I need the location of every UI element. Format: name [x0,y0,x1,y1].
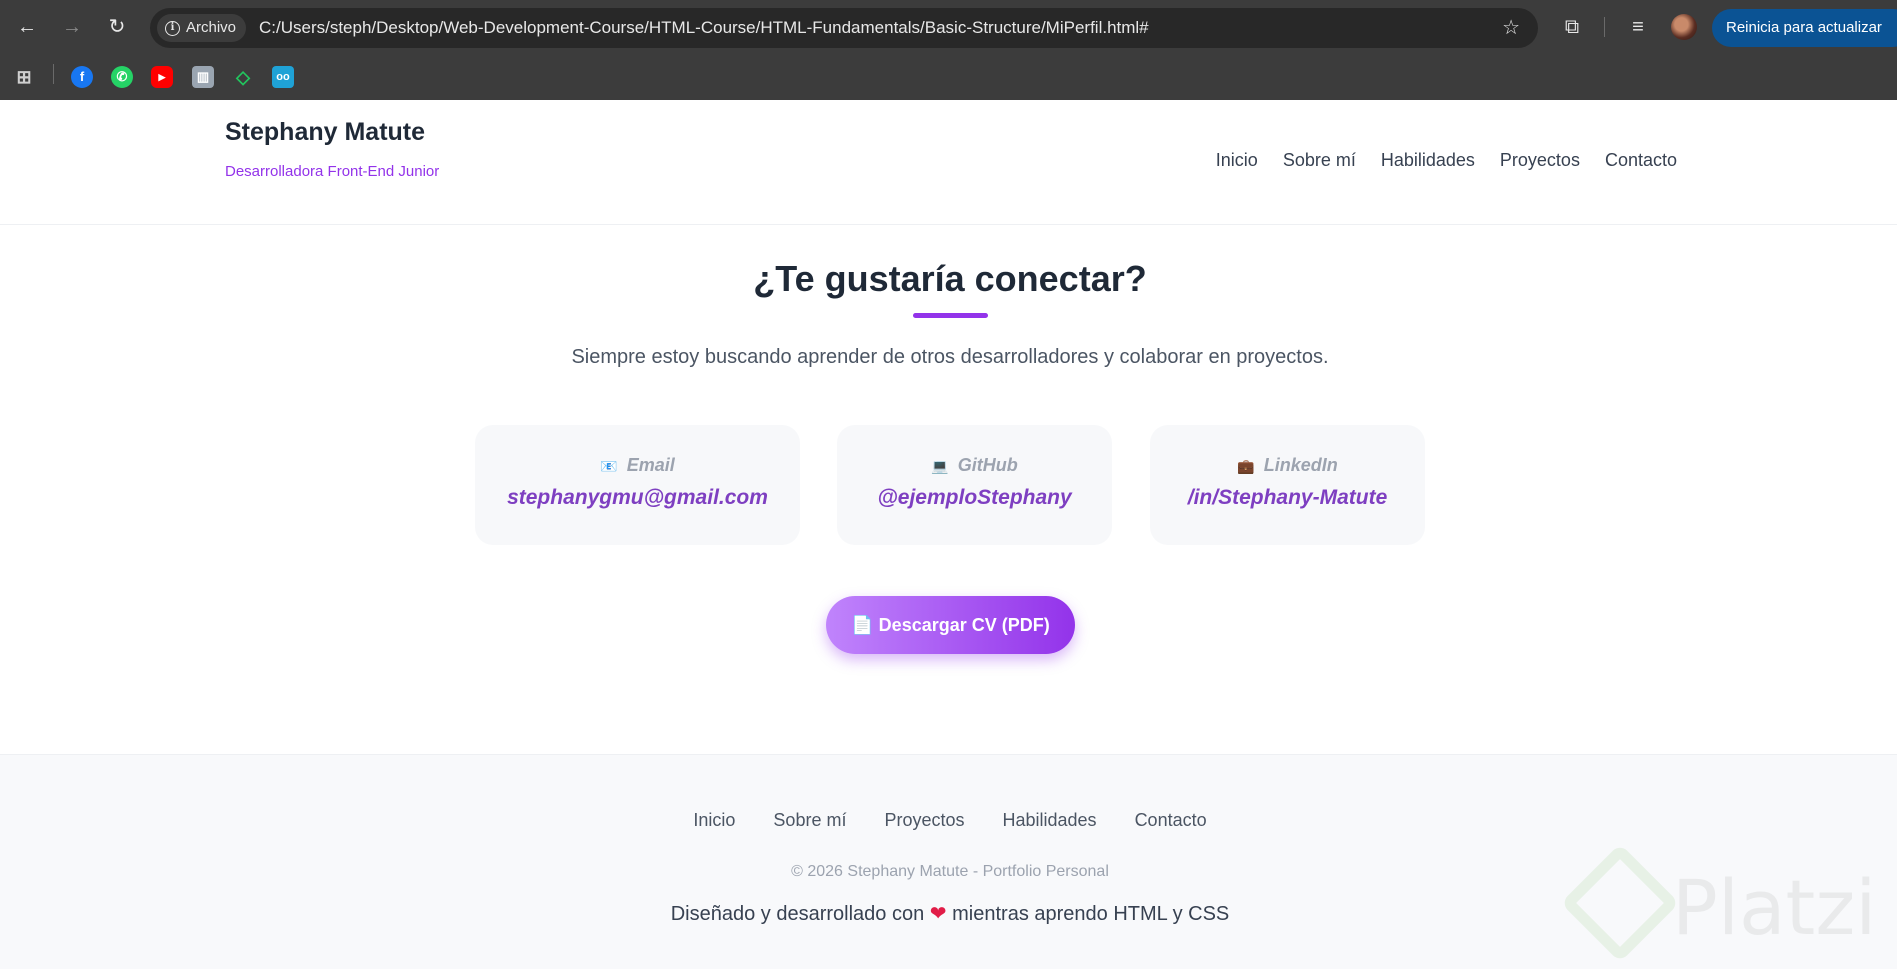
linkedin-card-label: 💼 LinkedIn [1150,455,1425,476]
browser-toolbar: ← → ↻ i Archivo C:/Users/steph/Desktop/W… [0,0,1897,56]
made-with-suffix: mientras aprendo HTML y CSS [952,903,1230,925]
footer-link-habilidades[interactable]: Habilidades [1003,810,1097,831]
platzi-logo-icon [1560,843,1680,963]
github-card-label: 💻 GitHub [837,455,1112,476]
github-card[interactable]: 💻 GitHub @ejemploStephany [837,425,1112,545]
brand-name[interactable]: Stephany Matute [225,118,425,147]
site-info-chip[interactable]: i Archivo [157,14,247,42]
bookmarks-bar: ⊞ f ✆ ▶ ▥ ◇ oo [0,56,1897,100]
update-button[interactable]: Reinicia para actualizar ⋮ [1712,9,1897,47]
title-underline [913,313,988,318]
nav-link-contacto[interactable]: Contacto [1605,150,1677,171]
laptop-icon: 💻 [931,458,949,474]
briefcase-icon: 💼 [1237,458,1255,474]
reload-icon: ↻ [108,16,126,38]
linkedin-card[interactable]: 💼 LinkedIn /in/Stephany-Matute [1150,425,1425,545]
footer-link-inicio[interactable]: Inicio [693,810,735,831]
footer-link-proyectos[interactable]: Proyectos [884,810,964,831]
diamond-bookmark-icon[interactable]: ◇ [232,66,254,88]
footer-link-contacto[interactable]: Contacto [1135,810,1207,831]
section-subtitle: Siempre estoy buscando aprender de otros… [571,346,1329,368]
info-icon: i [165,20,180,36]
footer-nav: Inicio Sobre mí Proyectos Habilidades Co… [0,810,1897,831]
facebook-bookmark-icon[interactable]: f [71,66,93,88]
arrow-right-icon: → [62,16,82,38]
github-label: GitHub [957,455,1018,475]
email-link[interactable]: stephanygmu@gmail.com [475,486,800,510]
site-header: Stephany Matute Desarrolladora Front-End… [0,100,1897,225]
main-nav: Inicio Sobre mí Habilidades Proyectos Co… [1216,150,1677,171]
brand-role: Desarrolladora Front-End Junior [225,163,440,180]
footer-link-sobre-mi[interactable]: Sobre mí [773,810,846,831]
forward-button[interactable]: → [58,13,86,41]
download-cv-button[interactable]: 📄 Descargar CV (PDF) [826,596,1075,654]
whatsapp-bookmark-icon[interactable]: ✆ [111,66,133,88]
github-link[interactable]: @ejemploStephany [837,486,1112,510]
url-text[interactable]: C:/Users/steph/Desktop/Web-Development-C… [259,8,1149,48]
email-card[interactable]: 📧 Email stephanygmu@gmail.com [475,425,800,545]
nav-link-sobre-mi[interactable]: Sobre mí [1283,150,1356,171]
extensions-icon[interactable]: ⧉ [1558,13,1586,41]
made-with-prefix: Diseñado y desarrollado con [670,903,925,925]
profile-avatar[interactable] [1671,14,1697,40]
platzi-watermark: Platzi [1560,843,1897,965]
library-bookmark-icon[interactable]: ▥ [192,66,214,88]
linkedin-link[interactable]: /in/Stephany-Matute [1150,486,1425,510]
address-bar[interactable]: i Archivo C:/Users/steph/Desktop/Web-Dev… [150,8,1538,48]
page-viewport: Stephany Matute Desarrolladora Front-End… [0,100,1897,969]
update-button-label: Reinicia para actualizar [1726,19,1882,36]
site-info-label: Archivo [186,19,237,36]
nav-link-proyectos[interactable]: Proyectos [1500,150,1580,171]
toolbar-divider [1604,17,1605,37]
email-icon: 📧 [600,458,618,474]
bookmarks-divider [53,64,54,84]
back-button[interactable]: ← [13,13,41,41]
youtube-bookmark-icon[interactable]: ▶ [151,66,173,88]
apps-grid-icon[interactable]: ⊞ [13,66,35,88]
email-label: Email [626,455,675,475]
robot-bookmark-icon[interactable]: oo [272,66,294,88]
nav-link-habilidades[interactable]: Habilidades [1381,150,1475,171]
arrow-left-icon: ← [17,16,37,38]
media-control-icon[interactable]: ≡ [1624,13,1652,41]
heart-icon: ❤ [929,903,947,925]
email-card-label: 📧 Email [475,455,800,476]
nav-link-inicio[interactable]: Inicio [1216,150,1258,171]
linkedin-label: LinkedIn [1263,455,1338,475]
section-title: ¿Te gustaría conectar? [753,258,1147,299]
bookmark-star-icon[interactable]: ☆ [1502,15,1520,41]
platzi-watermark-text: Platzi [1672,863,1877,952]
reload-button[interactable]: ↻ [103,13,131,41]
